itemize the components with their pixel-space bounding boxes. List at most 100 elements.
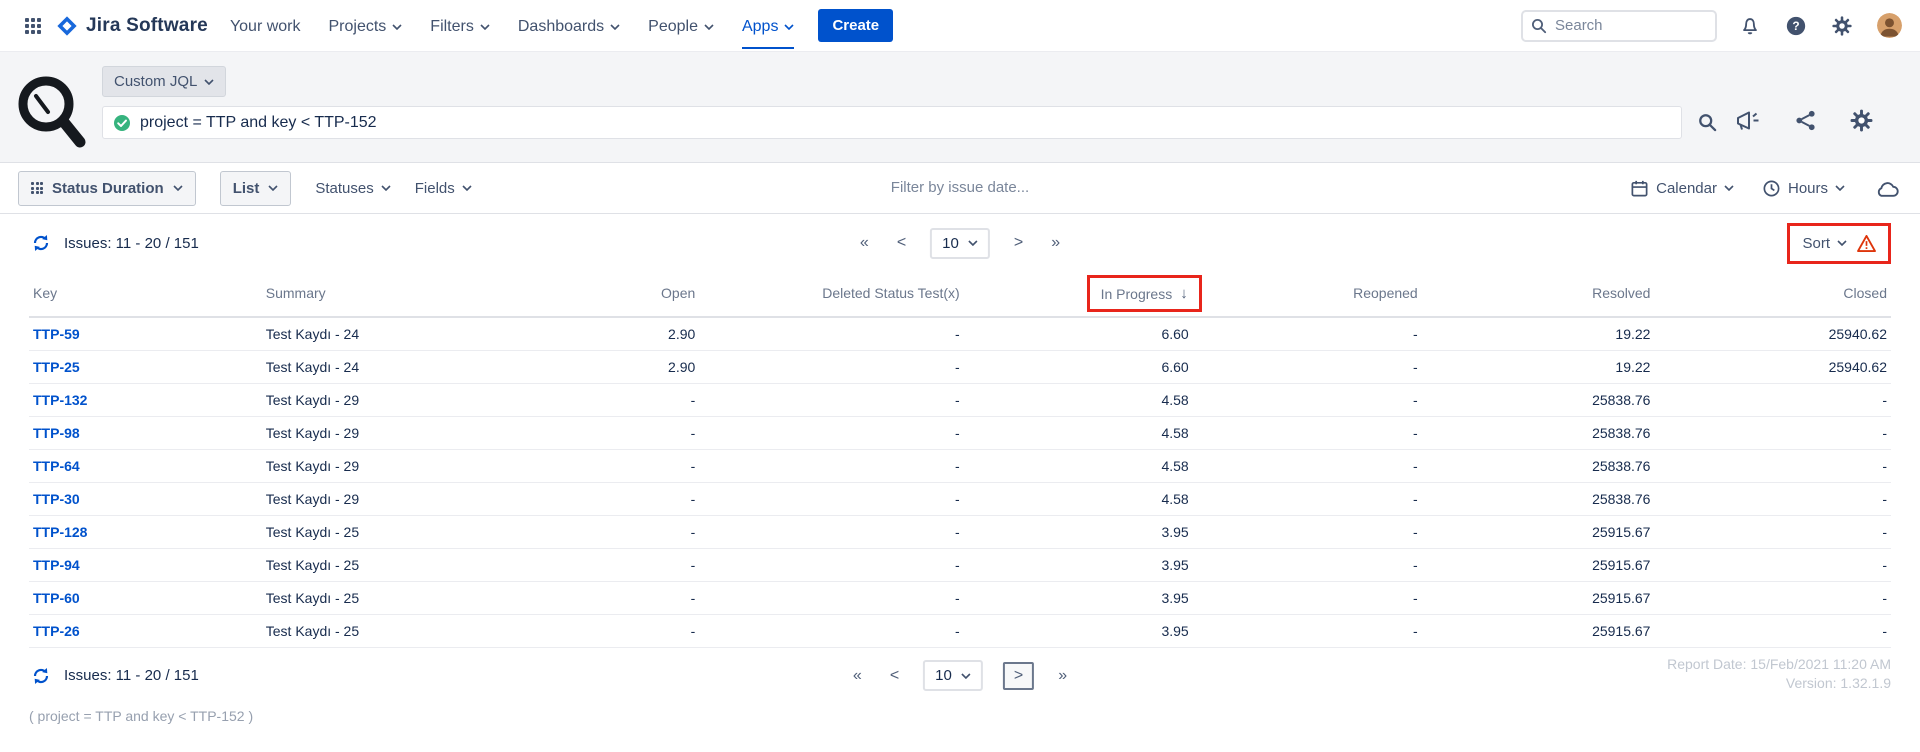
nav-item-people[interactable]: People	[648, 3, 714, 49]
app-switcher-button[interactable]	[16, 9, 50, 43]
column-header-key[interactable]: Key	[29, 272, 262, 317]
duration-cell: -	[1193, 416, 1422, 449]
summary-cell: Test Kaydı - 24	[262, 317, 523, 350]
share-button[interactable]	[1792, 107, 1819, 134]
column-header-summary[interactable]: Summary	[262, 272, 523, 317]
page-size-value: 10	[942, 235, 959, 252]
sort-label: Sort	[1802, 235, 1830, 252]
key-cell: TTP-25	[29, 350, 262, 383]
duration-cell: 25915.67	[1422, 548, 1655, 581]
feedback-button[interactable]	[1733, 106, 1764, 135]
key-cell: TTP-60	[29, 581, 262, 614]
report-settings-button[interactable]	[1847, 106, 1876, 135]
refresh-button[interactable]	[29, 664, 53, 688]
megaphone-icon	[1735, 108, 1762, 133]
table-row: TTP-64Test Kaydı - 29--4.58-25838.76-	[29, 449, 1891, 482]
duration-cell: -	[1654, 614, 1891, 647]
issue-date-filter-input[interactable]	[830, 179, 1090, 196]
issue-key-link[interactable]: TTP-132	[33, 392, 87, 408]
duration-cell: 2.90	[522, 350, 699, 383]
jira-brand[interactable]: Jira Software	[56, 15, 208, 37]
help-button[interactable]: ?	[1783, 13, 1809, 39]
chevron-down-icon	[173, 185, 183, 191]
next-page-button[interactable]: >	[1003, 662, 1034, 690]
column-header-closed[interactable]: Closed	[1654, 272, 1891, 317]
in-progress-label: In Progress	[1101, 286, 1173, 302]
issue-key-link[interactable]: TTP-98	[33, 425, 80, 441]
duration-cell: -	[1193, 548, 1422, 581]
global-search[interactable]	[1521, 10, 1717, 42]
export-button[interactable]	[1873, 177, 1902, 200]
issue-key-link[interactable]: TTP-59	[33, 326, 80, 342]
layout-select[interactable]: List	[220, 171, 292, 206]
first-page-button[interactable]: «	[849, 665, 866, 687]
issue-date-filter[interactable]	[830, 179, 1090, 197]
duration-cell: -	[522, 614, 699, 647]
key-cell: TTP-64	[29, 449, 262, 482]
jql-mode-select[interactable]: Custom JQL	[102, 66, 226, 97]
jql-mode-label: Custom JQL	[114, 73, 197, 90]
notifications-button[interactable]	[1737, 13, 1763, 39]
issue-key-link[interactable]: TTP-30	[33, 491, 80, 507]
first-page-button[interactable]: «	[856, 232, 873, 254]
fields-label: Fields	[415, 180, 455, 197]
summary-cell: Test Kaydı - 25	[262, 515, 523, 548]
calendar-dropdown[interactable]: Calendar	[1630, 179, 1734, 198]
prev-page-button[interactable]: <	[893, 232, 910, 254]
jql-query-input[interactable]	[140, 114, 1671, 132]
duration-cell: 25915.67	[1422, 614, 1655, 647]
refresh-button[interactable]	[29, 231, 53, 255]
fields-dropdown[interactable]: Fields	[415, 180, 472, 197]
user-avatar[interactable]	[1875, 11, 1904, 40]
settings-button[interactable]	[1829, 13, 1855, 39]
duration-cell: 4.58	[964, 449, 1193, 482]
issue-key-link[interactable]: TTP-60	[33, 590, 80, 606]
column-header-resolved[interactable]: Resolved	[1422, 272, 1655, 317]
nav-item-apps[interactable]: Apps	[742, 3, 794, 49]
duration-cell: -	[1654, 416, 1891, 449]
issue-key-link[interactable]: TTP-26	[33, 623, 80, 639]
duration-cell: -	[1193, 449, 1422, 482]
bell-icon	[1739, 15, 1761, 37]
page-size-select[interactable]: 10	[923, 660, 983, 691]
issue-key-link[interactable]: TTP-128	[33, 524, 87, 540]
page-size-select[interactable]: 10	[930, 228, 990, 259]
view-type-select[interactable]: Status Duration	[18, 171, 196, 206]
nav-item-your-work[interactable]: Your work	[230, 3, 301, 49]
duration-cell: -	[1654, 383, 1891, 416]
sort-dropdown[interactable]: Sort	[1802, 235, 1847, 252]
status-duration-table: Key Summary Open Deleted Status Test(x) …	[29, 272, 1891, 648]
nav-item-projects[interactable]: Projects	[329, 3, 403, 49]
duration-cell: 4.58	[964, 482, 1193, 515]
summary-cell: Test Kaydı - 25	[262, 548, 523, 581]
duration-cell: -	[522, 383, 699, 416]
last-page-button[interactable]: »	[1047, 232, 1064, 254]
nav-item-filters[interactable]: Filters	[430, 3, 490, 49]
column-header-deleted-status[interactable]: Deleted Status Test(x)	[699, 272, 963, 317]
duration-cell: 4.58	[964, 416, 1193, 449]
sort-annotation-box: Sort	[1787, 223, 1891, 264]
chevron-down-icon	[1837, 240, 1847, 246]
column-header-open[interactable]: Open	[522, 272, 699, 317]
sort-warning-icon[interactable]	[1857, 235, 1876, 252]
calendar-label: Calendar	[1656, 180, 1717, 197]
top-nav: Jira Software Your work Projects Filters…	[0, 0, 1920, 52]
issue-key-link[interactable]: TTP-25	[33, 359, 80, 375]
last-page-button[interactable]: »	[1054, 665, 1071, 687]
time-unit-dropdown[interactable]: Hours	[1762, 179, 1845, 198]
create-button[interactable]: Create	[818, 9, 893, 42]
nav-item-dashboards[interactable]: Dashboards	[518, 3, 620, 49]
jql-query-field[interactable]	[102, 106, 1682, 139]
next-page-button[interactable]: >	[1010, 232, 1027, 254]
issue-key-link[interactable]: TTP-64	[33, 458, 80, 474]
statuses-dropdown[interactable]: Statuses	[315, 180, 390, 197]
column-header-in-progress[interactable]: In Progress ↓	[964, 272, 1193, 317]
run-search-button[interactable]	[1696, 111, 1719, 134]
jql-actions	[1733, 106, 1900, 135]
duration-cell: -	[699, 317, 963, 350]
key-cell: TTP-59	[29, 317, 262, 350]
column-header-reopened[interactable]: Reopened	[1193, 272, 1422, 317]
issue-key-link[interactable]: TTP-94	[33, 557, 80, 573]
prev-page-button[interactable]: <	[886, 665, 903, 687]
search-input[interactable]	[1555, 17, 1707, 34]
